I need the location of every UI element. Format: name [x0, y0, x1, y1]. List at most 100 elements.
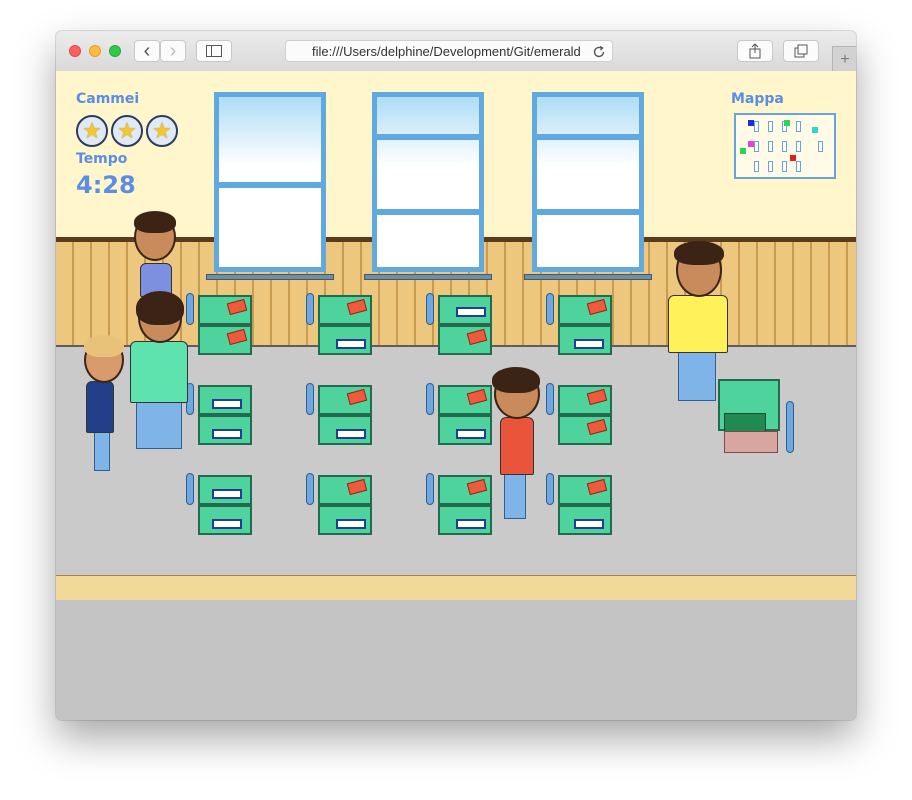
- share-icon: [749, 43, 761, 59]
- book: [336, 519, 366, 529]
- zoom-window-button[interactable]: [109, 45, 121, 57]
- game-canvas[interactable]: Cammei ★ ★ ★ Tempo 4:28 Mappa: [56, 71, 856, 720]
- chair: [186, 473, 194, 505]
- desk[interactable]: [318, 415, 372, 445]
- notebook: [466, 328, 488, 346]
- book: [212, 489, 242, 499]
- minimap-student-marker: [740, 148, 746, 154]
- notebook: [346, 388, 368, 406]
- desk[interactable]: [438, 505, 492, 535]
- book: [574, 519, 604, 529]
- chair: [186, 293, 194, 325]
- book: [212, 429, 242, 439]
- sidebar-icon: [206, 45, 222, 57]
- teacher-desk[interactable]: [718, 379, 780, 433]
- minimize-window-button[interactable]: [89, 45, 101, 57]
- sidebar-toggle-button[interactable]: [196, 40, 232, 62]
- classroom-window: [532, 92, 644, 272]
- chair: [306, 293, 314, 325]
- chair: [546, 473, 554, 505]
- back-button[interactable]: ‹: [134, 40, 160, 62]
- map-label: Mappa: [731, 91, 784, 107]
- desk[interactable]: [558, 475, 612, 505]
- desk[interactable]: [558, 415, 612, 445]
- minimap-student-marker: [812, 127, 818, 133]
- notebook: [586, 298, 608, 316]
- desk[interactable]: [438, 475, 492, 505]
- desk[interactable]: [318, 505, 372, 535]
- address-bar[interactable]: file:///Users/delphine/Development/Git/e…: [285, 40, 613, 62]
- notebook: [466, 388, 488, 406]
- new-tab-button[interactable]: +: [832, 46, 856, 72]
- chair: [426, 293, 434, 325]
- chevron-right-icon: ›: [169, 40, 177, 62]
- share-button[interactable]: [737, 40, 773, 62]
- notebook: [346, 478, 368, 496]
- desk[interactable]: [558, 325, 612, 355]
- gems-label: Cammei: [76, 91, 140, 107]
- desk[interactable]: [198, 475, 252, 505]
- minimap-student-marker: [784, 120, 790, 126]
- desk[interactable]: [318, 475, 372, 505]
- desk[interactable]: [198, 295, 252, 325]
- desk[interactable]: [558, 505, 612, 535]
- chevron-left-icon: ‹: [143, 40, 151, 62]
- chair: [426, 383, 434, 415]
- chair: [786, 401, 794, 453]
- green-box: [724, 413, 766, 433]
- floor-edge-trim: [56, 575, 856, 600]
- plus-icon: +: [840, 50, 850, 68]
- address-bar-text: file:///Users/delphine/Development/Git/e…: [312, 43, 581, 59]
- window-sill: [206, 274, 334, 280]
- desk[interactable]: [438, 385, 492, 415]
- book: [212, 519, 242, 529]
- desk[interactable]: [438, 415, 492, 445]
- desk[interactable]: [198, 415, 252, 445]
- reload-icon[interactable]: [592, 45, 606, 59]
- tabs-overview-button[interactable]: [783, 40, 819, 62]
- book: [456, 519, 486, 529]
- window-sill: [364, 274, 492, 280]
- notebook: [586, 388, 608, 406]
- minimap-target-marker: [790, 155, 796, 161]
- chair: [426, 473, 434, 505]
- chair: [546, 293, 554, 325]
- desk[interactable]: [438, 295, 492, 325]
- close-window-button[interactable]: [69, 45, 81, 57]
- desk[interactable]: [318, 325, 372, 355]
- star-icon: ★: [146, 115, 178, 147]
- desk[interactable]: [318, 295, 372, 325]
- desk[interactable]: [318, 385, 372, 415]
- minimap-student-marker: [748, 141, 754, 147]
- desk[interactable]: [198, 505, 252, 535]
- star-icon: ★: [111, 115, 143, 147]
- desk[interactable]: [438, 325, 492, 355]
- time-value: 4:28: [76, 171, 136, 199]
- book: [456, 307, 486, 317]
- teacher-desk-drawer: [724, 431, 778, 453]
- desk[interactable]: [558, 385, 612, 415]
- tabs-icon: [794, 44, 808, 58]
- notebook: [226, 328, 248, 346]
- chair: [546, 383, 554, 415]
- classroom-window: [214, 92, 326, 272]
- chair: [306, 473, 314, 505]
- window-sill: [524, 274, 652, 280]
- notebook: [226, 298, 248, 316]
- desk[interactable]: [558, 295, 612, 325]
- minimap-player-marker: [748, 120, 754, 126]
- minimap: [734, 113, 836, 179]
- forward-button[interactable]: ›: [160, 40, 186, 62]
- book: [456, 429, 486, 439]
- star-icon: ★: [76, 115, 108, 147]
- notebook: [346, 298, 368, 316]
- notebook: [586, 418, 608, 436]
- browser-toolbar: ‹ › file:///Users/delphine/Development/G…: [56, 31, 856, 72]
- book: [212, 399, 242, 409]
- offscreen-area: [56, 600, 856, 720]
- notebook: [586, 478, 608, 496]
- notebook: [466, 478, 488, 496]
- desk[interactable]: [198, 325, 252, 355]
- book: [336, 429, 366, 439]
- desk[interactable]: [198, 385, 252, 415]
